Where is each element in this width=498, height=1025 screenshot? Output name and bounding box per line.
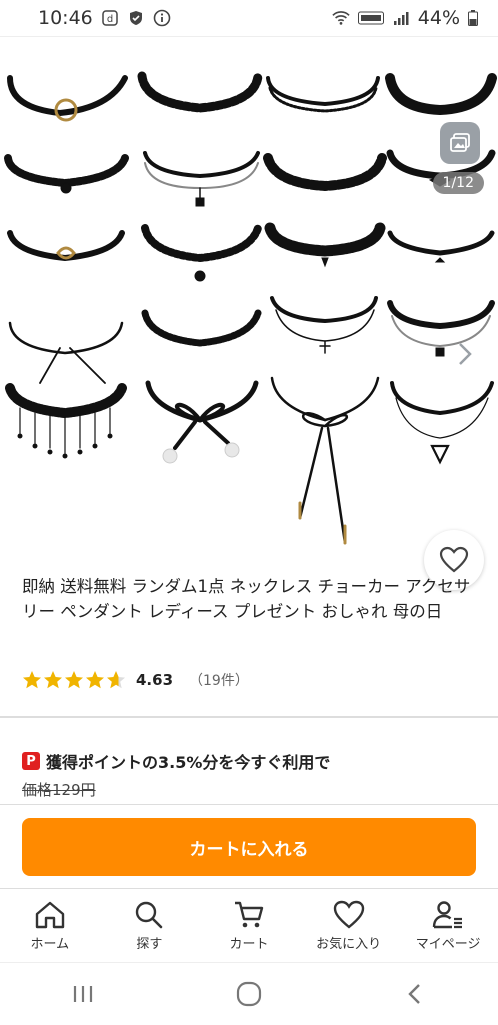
tab-label: カート [229, 937, 269, 952]
tab-mypage[interactable]: マイページ [398, 893, 498, 957]
cart-icon [234, 901, 264, 928]
tab-label: 探す [136, 937, 163, 952]
heart-icon [439, 546, 469, 573]
point-info: P 獲得ポイントの3.5%分を今すぐ利用で [22, 749, 330, 773]
system-nav-bar [0, 962, 498, 1025]
recent-apps-button[interactable] [53, 974, 113, 1014]
back-button[interactable] [385, 974, 445, 1014]
chevron-right-icon[interactable] [452, 336, 478, 372]
star-half-icon [107, 671, 125, 689]
rating-stars [22, 670, 126, 690]
battery-icon [468, 9, 478, 27]
home-icon [35, 901, 64, 929]
svg-text:d: d [107, 14, 113, 25]
circle-home-icon [236, 981, 262, 1007]
home-nav-button[interactable] [219, 974, 279, 1014]
tab-favorites[interactable]: お気に入り [299, 893, 399, 957]
tab-search[interactable]: 探す [100, 893, 200, 957]
rating-count: （19件） [189, 673, 249, 689]
star-icon [86, 671, 104, 689]
status-divider [0, 36, 498, 37]
notification-d-icon: d [101, 9, 119, 27]
tab-label: マイページ [415, 937, 481, 952]
status-left: 10:46 d [38, 7, 171, 29]
star-icon [23, 671, 41, 689]
choker-collection-image [4, 71, 497, 545]
status-right: 44% [332, 7, 478, 29]
divider [0, 716, 498, 718]
product-rating[interactable]: 4.63 （19件） [22, 670, 249, 690]
search-icon [136, 901, 163, 929]
back-chevron-icon [408, 984, 420, 1004]
bottom-tab-bar: ホーム 探す カート お気に入り マイページ [0, 893, 498, 957]
add-to-cart-button[interactable]: カートに入れる [22, 818, 476, 876]
recents-icon [73, 986, 93, 1002]
divider [0, 888, 498, 889]
old-price: 価格129円 [22, 781, 96, 799]
status-time: 10:46 [38, 7, 93, 29]
point-icon: P [22, 752, 40, 770]
star-icon [65, 671, 83, 689]
point-text: 獲得ポイントの3.5%分を今すぐ利用で [46, 753, 331, 772]
star-icon [44, 671, 62, 689]
info-icon [153, 9, 171, 27]
wifi-icon [332, 9, 350, 27]
divider [0, 804, 498, 805]
status-bar: 10:46 d 44% [0, 0, 498, 36]
rating-value: 4.63 [136, 671, 174, 689]
tab-home[interactable]: ホーム [0, 893, 100, 957]
product-title: 即納 送料無料 ランダム1点 ネックレス チョーカー アクセサリー ペンダント … [22, 577, 471, 621]
image-page-counter: 1/12 [432, 172, 484, 194]
battery-percent: 44% [417, 7, 460, 29]
tab-label: ホーム [30, 937, 70, 952]
shield-icon [127, 9, 145, 27]
heart-icon [333, 900, 364, 929]
user-icon [432, 901, 463, 929]
image-gallery-icon[interactable] [440, 122, 480, 164]
signal-icon [392, 9, 410, 27]
tab-label: お気に入り [316, 937, 382, 952]
product-image-gallery[interactable]: 1/12 [0, 48, 498, 590]
tab-cart[interactable]: カート [199, 893, 299, 957]
volte-icon [357, 9, 384, 27]
